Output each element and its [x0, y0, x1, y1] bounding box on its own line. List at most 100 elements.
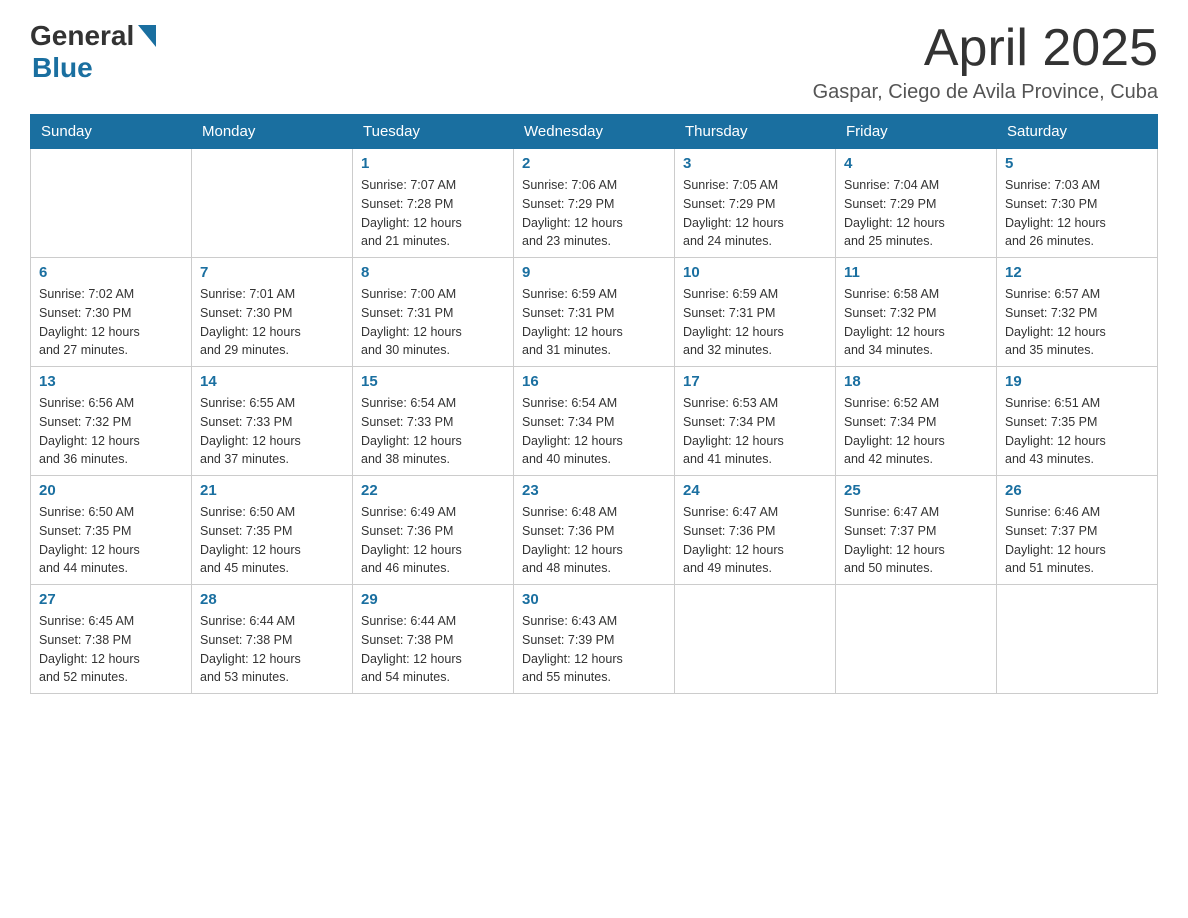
calendar-cell: 16Sunrise: 6:54 AM Sunset: 7:34 PM Dayli… [514, 367, 675, 476]
calendar-cell: 8 Sunrise: 7:00 AM Sunset: 7:31 PM Daylig… [353, 258, 514, 367]
calendar-cell: 19 Sunrise: 6:51 AM Sunset: 7:35 PM Dayli… [997, 367, 1158, 476]
calendar-cell: 13 Sunrise: 6:56 AM Sunset: 7:32 PM Dayli… [31, 367, 192, 476]
title-block: April 2025 Gaspar, Ciego de Avila Provin… [813, 20, 1158, 104]
day-number: 27 [39, 591, 183, 608]
day-info: Sunrise: 6:44 AM Sunset: 7:38 PM Dayligh… [361, 612, 505, 687]
day-number: 28 [200, 591, 344, 608]
calendar-cell: 18 Sunrise: 6:52 AM Sunset: 7:34 PM Dayli… [836, 367, 997, 476]
calendar-cell: 7 Sunrise: 7:01 AM Sunset: 7:30 PM Daylig… [192, 258, 353, 367]
column-header-saturday: Saturday [997, 115, 1158, 149]
calendar-cell: 28 Sunrise: 6:44 AM Sunset: 7:38 PM Dayli… [192, 585, 353, 694]
day-number: 4 [844, 155, 988, 172]
day-info: Sunrise: 6:53 AM Sunset: 7:34 PM Dayligh… [683, 394, 827, 469]
day-info: Sunrise: 6:45 AM Sunset: 7:38 PM Dayligh… [39, 612, 183, 687]
calendar-cell: 6 Sunrise: 7:02 AM Sunset: 7:30 PM Daylig… [31, 258, 192, 367]
calendar-cell: 29 Sunrise: 6:44 AM Sunset: 7:38 PM Dayli… [353, 585, 514, 694]
day-number: 16 [522, 373, 666, 390]
logo-general-text: General [30, 20, 134, 52]
day-number: 25 [844, 482, 988, 499]
calendar-cell [836, 585, 997, 694]
day-number: 18 [844, 373, 988, 390]
calendar-cell: 23 Sunrise: 6:48 AM Sunset: 7:36 PM Dayli… [514, 476, 675, 585]
calendar-cell: 12Sunrise: 6:57 AM Sunset: 7:32 PM Dayli… [997, 258, 1158, 367]
day-info: Sunrise: 7:04 AM Sunset: 7:29 PM Dayligh… [844, 176, 988, 251]
calendar-cell: 27 Sunrise: 6:45 AM Sunset: 7:38 PM Dayli… [31, 585, 192, 694]
day-number: 29 [361, 591, 505, 608]
day-info: Sunrise: 6:59 AM Sunset: 7:31 PM Dayligh… [683, 285, 827, 360]
calendar-table: SundayMondayTuesdayWednesdayThursdayFrid… [30, 114, 1158, 694]
day-info: Sunrise: 7:07 AM Sunset: 7:28 PM Dayligh… [361, 176, 505, 251]
day-info: Sunrise: 7:02 AM Sunset: 7:30 PM Dayligh… [39, 285, 183, 360]
day-number: 3 [683, 155, 827, 172]
day-info: Sunrise: 6:47 AM Sunset: 7:36 PM Dayligh… [683, 503, 827, 578]
day-number: 7 [200, 264, 344, 281]
column-header-thursday: Thursday [675, 115, 836, 149]
day-number: 1 [361, 155, 505, 172]
day-number: 30 [522, 591, 666, 608]
calendar-cell: 2Sunrise: 7:06 AM Sunset: 7:29 PM Daylig… [514, 149, 675, 258]
day-number: 6 [39, 264, 183, 281]
column-header-monday: Monday [192, 115, 353, 149]
day-number: 9 [522, 264, 666, 281]
day-number: 11 [844, 264, 988, 281]
logo-blue-text: Blue [32, 52, 93, 83]
calendar-cell: 14 Sunrise: 6:55 AM Sunset: 7:33 PM Dayli… [192, 367, 353, 476]
day-number: 5 [1005, 155, 1149, 172]
day-info: Sunrise: 6:47 AM Sunset: 7:37 PM Dayligh… [844, 503, 988, 578]
calendar-cell [31, 149, 192, 258]
day-number: 12 [1005, 264, 1149, 281]
calendar-cell [192, 149, 353, 258]
calendar-cell: 15 Sunrise: 6:54 AM Sunset: 7:33 PM Dayli… [353, 367, 514, 476]
day-number: 14 [200, 373, 344, 390]
page-header: General Blue April 2025 Gaspar, Ciego de… [30, 20, 1158, 104]
day-info: Sunrise: 6:44 AM Sunset: 7:38 PM Dayligh… [200, 612, 344, 687]
day-info: Sunrise: 6:51 AM Sunset: 7:35 PM Dayligh… [1005, 394, 1149, 469]
calendar-cell: 20Sunrise: 6:50 AM Sunset: 7:35 PM Dayli… [31, 476, 192, 585]
calendar-week-4: 20Sunrise: 6:50 AM Sunset: 7:35 PM Dayli… [31, 476, 1158, 585]
day-info: Sunrise: 6:52 AM Sunset: 7:34 PM Dayligh… [844, 394, 988, 469]
calendar-cell: 22Sunrise: 6:49 AM Sunset: 7:36 PM Dayli… [353, 476, 514, 585]
day-info: Sunrise: 6:58 AM Sunset: 7:32 PM Dayligh… [844, 285, 988, 360]
calendar-header-row: SundayMondayTuesdayWednesdayThursdayFrid… [31, 115, 1158, 149]
day-number: 8 [361, 264, 505, 281]
day-number: 26 [1005, 482, 1149, 499]
calendar-location: Gaspar, Ciego de Avila Province, Cuba [813, 81, 1158, 104]
day-number: 19 [1005, 373, 1149, 390]
day-info: Sunrise: 6:55 AM Sunset: 7:33 PM Dayligh… [200, 394, 344, 469]
day-number: 10 [683, 264, 827, 281]
day-info: Sunrise: 7:00 AM Sunset: 7:31 PM Dayligh… [361, 285, 505, 360]
calendar-cell: 5 Sunrise: 7:03 AM Sunset: 7:30 PM Daylig… [997, 149, 1158, 258]
calendar-cell: 25 Sunrise: 6:47 AM Sunset: 7:37 PM Dayli… [836, 476, 997, 585]
day-number: 23 [522, 482, 666, 499]
calendar-week-2: 6 Sunrise: 7:02 AM Sunset: 7:30 PM Daylig… [31, 258, 1158, 367]
calendar-cell: 4 Sunrise: 7:04 AM Sunset: 7:29 PM Daylig… [836, 149, 997, 258]
day-number: 20 [39, 482, 183, 499]
day-number: 15 [361, 373, 505, 390]
calendar-cell: 24Sunrise: 6:47 AM Sunset: 7:36 PM Dayli… [675, 476, 836, 585]
day-info: Sunrise: 6:43 AM Sunset: 7:39 PM Dayligh… [522, 612, 666, 687]
day-info: Sunrise: 6:48 AM Sunset: 7:36 PM Dayligh… [522, 503, 666, 578]
day-number: 13 [39, 373, 183, 390]
column-header-sunday: Sunday [31, 115, 192, 149]
day-info: Sunrise: 6:46 AM Sunset: 7:37 PM Dayligh… [1005, 503, 1149, 578]
day-number: 2 [522, 155, 666, 172]
day-info: Sunrise: 6:59 AM Sunset: 7:31 PM Dayligh… [522, 285, 666, 360]
logo-triangle-icon [138, 25, 156, 47]
logo: General Blue [30, 20, 156, 84]
calendar-cell [997, 585, 1158, 694]
day-info: Sunrise: 6:54 AM Sunset: 7:33 PM Dayligh… [361, 394, 505, 469]
column-header-tuesday: Tuesday [353, 115, 514, 149]
day-number: 22 [361, 482, 505, 499]
calendar-cell: 1 Sunrise: 7:07 AM Sunset: 7:28 PM Daylig… [353, 149, 514, 258]
column-header-friday: Friday [836, 115, 997, 149]
column-header-wednesday: Wednesday [514, 115, 675, 149]
calendar-cell: 11 Sunrise: 6:58 AM Sunset: 7:32 PM Dayli… [836, 258, 997, 367]
day-number: 21 [200, 482, 344, 499]
day-info: Sunrise: 7:01 AM Sunset: 7:30 PM Dayligh… [200, 285, 344, 360]
calendar-week-5: 27 Sunrise: 6:45 AM Sunset: 7:38 PM Dayli… [31, 585, 1158, 694]
day-info: Sunrise: 7:03 AM Sunset: 7:30 PM Dayligh… [1005, 176, 1149, 251]
calendar-cell: 17Sunrise: 6:53 AM Sunset: 7:34 PM Dayli… [675, 367, 836, 476]
calendar-week-3: 13 Sunrise: 6:56 AM Sunset: 7:32 PM Dayli… [31, 367, 1158, 476]
day-info: Sunrise: 6:56 AM Sunset: 7:32 PM Dayligh… [39, 394, 183, 469]
calendar-week-1: 1 Sunrise: 7:07 AM Sunset: 7:28 PM Daylig… [31, 149, 1158, 258]
